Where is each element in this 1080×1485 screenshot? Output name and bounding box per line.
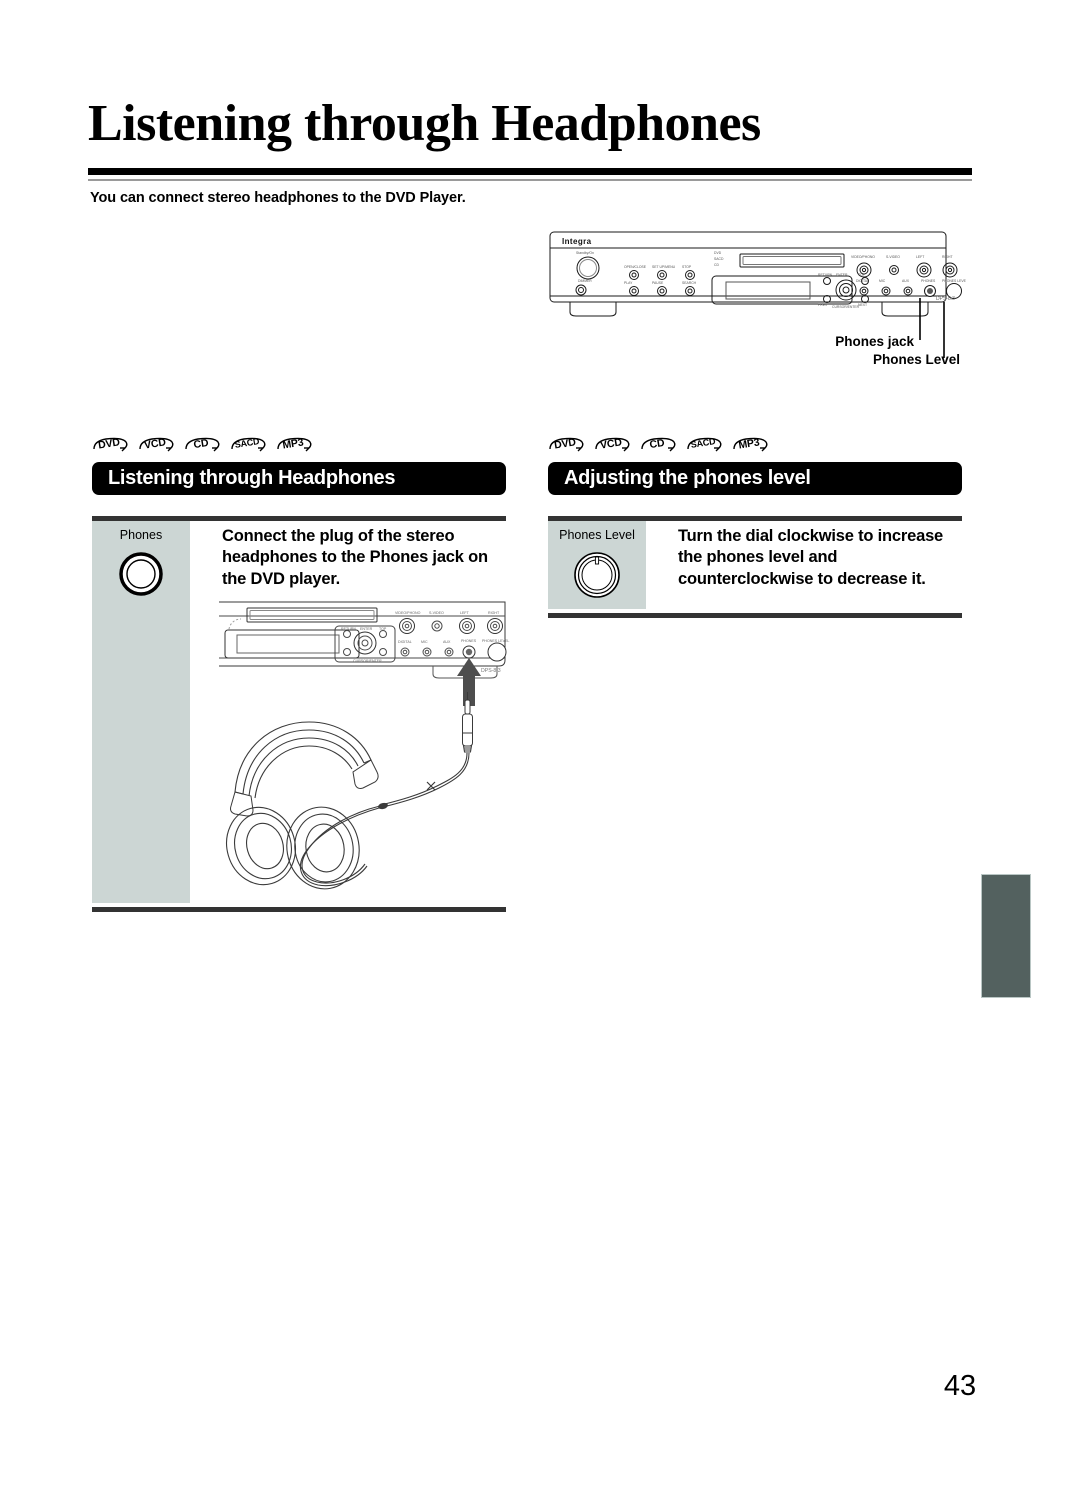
format-badge-vcd: VCD — [594, 436, 631, 457]
headphones-connection-illustration: VIDEO/PHONO S-VIDEO LEFT RIGHT DIGITAL M… — [205, 596, 515, 896]
instruction-text-listening: Connect the plug of the stereo headphone… — [222, 527, 488, 588]
svg-text:ENTER: ENTER — [360, 627, 373, 631]
format-badge-cd: CD — [640, 436, 677, 457]
block-bottom-rule — [92, 907, 506, 912]
insertion-arrow — [457, 658, 481, 706]
headphones-icon — [226, 721, 379, 890]
svg-text:LEFT: LEFT — [460, 611, 470, 615]
page-title: Listening through Headphones — [88, 95, 761, 152]
callout-phones-jack: Phones jack — [835, 334, 914, 349]
format-badges-left: DVD VCD CD SACD MP3 — [92, 436, 313, 457]
format-badge-sacd: SACD — [230, 436, 267, 457]
format-badge-mp3: MP3 — [732, 436, 769, 457]
format-badge-mp3: MP3 — [276, 436, 313, 457]
block-bottom-rule — [548, 613, 962, 618]
svg-text:DIGITAL: DIGITAL — [398, 640, 412, 644]
svg-text:AUX: AUX — [443, 640, 451, 644]
control-label-phones: Phones — [119, 528, 163, 542]
format-badge-cd: CD — [184, 436, 221, 457]
svg-text:MIC: MIC — [421, 640, 428, 644]
document-page: Listening through Headphones You can con… — [0, 0, 1080, 1485]
format-badge-vcd: VCD — [138, 436, 175, 457]
svg-text:PHONES LEVEL: PHONES LEVEL — [482, 639, 509, 643]
svg-text:RIGHT: RIGHT — [488, 611, 500, 615]
instruction-text-adjusting: Turn the dial clockwise to increase the … — [678, 527, 944, 588]
format-badge-dvd: DVD — [92, 436, 129, 457]
top-diagram-callouts: Phones jack Phones Level — [546, 228, 976, 378]
control-label-phones-level: Phones Level — [559, 528, 635, 542]
title-rule-thick — [88, 168, 972, 175]
svg-text:PHONES: PHONES — [461, 639, 477, 643]
svg-text:RETURN: RETURN — [341, 627, 356, 631]
svg-text:TOP: TOP — [379, 627, 387, 631]
format-badge-dvd: DVD — [548, 436, 585, 457]
phones-level-knob-icon — [574, 552, 620, 598]
instruction-block-adjusting: Phones Level Turn the dial clockwise to … — [548, 516, 962, 618]
format-badges-right: DVD VCD CD SACD MP3 — [548, 436, 769, 457]
title-rule-thin — [88, 179, 972, 181]
format-badge-sacd: SACD — [686, 436, 723, 457]
section-header-adjusting: Adjusting the phones level — [548, 462, 962, 495]
section-header-listening: Listening through Headphones — [92, 462, 506, 495]
page-number: 43 — [943, 1370, 977, 1402]
phones-jack-icon — [119, 552, 163, 596]
section-header-label: Adjusting the phones level — [564, 467, 811, 489]
callout-phones-level: Phones Level — [872, 352, 960, 367]
svg-text:S-VIDEO: S-VIDEO — [429, 611, 444, 615]
chapter-edge-tab — [981, 874, 1031, 998]
headphone-cable — [299, 752, 470, 887]
svg-text:CURSOR/ENTER: CURSOR/ENTER — [353, 659, 382, 663]
intro-text: You can connect stereo headphones to the… — [90, 190, 466, 206]
svg-text:VIDEO/PHONO: VIDEO/PHONO — [395, 611, 421, 615]
model-number-illustration: DPS-8.3 — [481, 668, 501, 674]
section-header-label: Listening through Headphones — [108, 467, 396, 489]
